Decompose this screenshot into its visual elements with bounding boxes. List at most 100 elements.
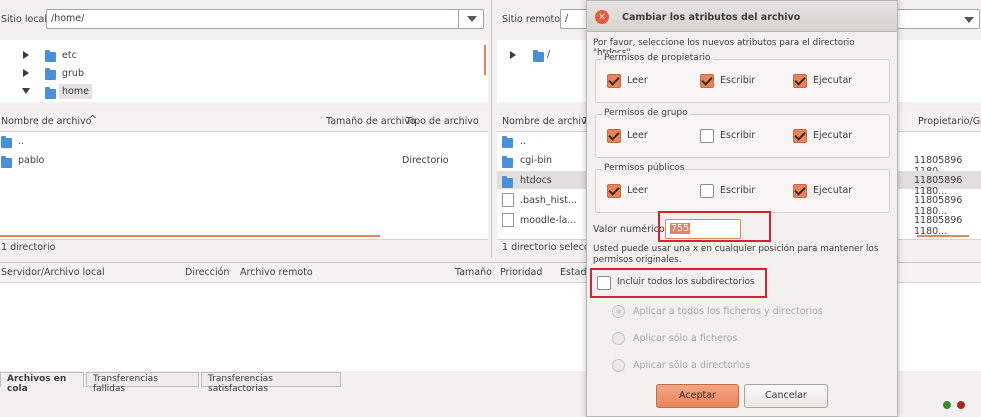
checkbox-label: Ejecutar <box>813 130 853 141</box>
tree-item-root[interactable]: / <box>547 49 550 60</box>
apply-files-radio[interactable] <box>612 332 625 345</box>
folder-icon <box>45 68 56 80</box>
public-execute-checkbox[interactable] <box>793 184 807 198</box>
public-read-checkbox[interactable] <box>607 184 621 198</box>
cancel-button[interactable]: Cancelar <box>744 384 828 408</box>
queue-col-priority[interactable]: Prioridad <box>500 267 542 278</box>
column-header-type[interactable]: Tipo de archivo <box>406 116 479 127</box>
local-path-input[interactable]: /home/ <box>46 9 484 29</box>
folder-icon <box>1 136 12 148</box>
group-execute-checkbox[interactable] <box>793 129 807 143</box>
include-subdirectories-checkbox[interactable] <box>597 276 611 290</box>
remote-site-label: Sitio remoto: <box>502 14 564 25</box>
tree-item-etc[interactable]: etc <box>62 50 77 61</box>
checkbox-label: Escribir <box>720 185 756 196</box>
include-subdirectories-label: Incluir todos los subdirectorios <box>617 277 755 287</box>
column-header-name[interactable]: Nombre de archivo <box>1 116 92 127</box>
tab-label: Transferencias fallidas <box>93 374 158 394</box>
group-title: Permisos de propietario <box>602 53 713 63</box>
local-path-value: /home/ <box>51 13 85 24</box>
remote-file-moodle[interactable]: moodle-la... <box>520 215 576 226</box>
folder-icon <box>45 87 56 99</box>
queue-col-local[interactable]: Servidor/Archivo local <box>1 267 105 278</box>
accept-button[interactable]: Aceptar <box>656 384 739 408</box>
collapse-arrow-icon[interactable] <box>22 88 30 94</box>
tree-item-home[interactable]: home <box>59 84 92 99</box>
radio-label: Aplicar a todos los ficheros y directori… <box>633 306 823 317</box>
local-site-bar: Sitio local: /home/ <box>0 8 488 34</box>
close-icon[interactable]: × <box>595 10 609 24</box>
checkbox-label: Leer <box>627 75 648 86</box>
local-status-text: 1 directorio <box>1 242 56 253</box>
scroll-indicator <box>917 235 969 237</box>
group-permissions-group: Permisos de grupo Leer Escribir Ejecutar <box>595 108 890 158</box>
remote-file-cgi-bin[interactable]: cgi-bin <box>520 155 552 166</box>
local-file-pablo[interactable]: pablo <box>18 155 44 166</box>
expand-arrow-icon[interactable] <box>23 69 29 77</box>
remote-path-value: / <box>565 13 569 24</box>
local-file-parent[interactable]: .. <box>18 136 24 147</box>
column-header-owner[interactable]: Propietario/Gr <box>918 116 981 127</box>
tab-failed-transfers[interactable]: Transferencias fallidas <box>86 372 199 394</box>
local-site-label: Sitio local: <box>1 14 51 25</box>
folder-icon <box>45 50 56 62</box>
status-led-icon <box>957 401 965 409</box>
apply-directories-radio[interactable] <box>612 359 625 372</box>
dialog-titlebar: × Cambiar los atributos del archivo <box>587 1 897 32</box>
change-attributes-dialog: × Cambiar los atributos del archivo Por … <box>586 0 898 417</box>
tab-successful-transfers[interactable]: Transferencias satisfactorias <box>201 372 341 394</box>
folder-icon <box>1 156 12 168</box>
owner-read-checkbox[interactable] <box>607 74 621 88</box>
group-title: Permisos de grupo <box>602 108 690 118</box>
tree-item-grub[interactable]: grub <box>62 68 84 79</box>
remote-file-owner: 11805896 1180... <box>914 215 963 237</box>
owner-write-checkbox[interactable] <box>700 74 714 88</box>
file-icon <box>502 213 514 227</box>
queue-col-remote[interactable]: Archivo remoto <box>240 267 313 278</box>
folder-icon <box>502 156 513 168</box>
public-permissions-group: Permisos públicos Leer Escribir Ejecutar <box>595 163 890 213</box>
button-label: Cancelar <box>765 390 807 401</box>
checkbox-label: Ejecutar <box>813 185 853 196</box>
remote-file-bash-history[interactable]: .bash_hist... <box>520 195 577 206</box>
column-header-name[interactable]: Nombre de archivo <box>502 116 593 127</box>
local-file-list: Nombre de archivo ^ Tamaño de archivo Ti… <box>0 111 488 256</box>
radio-label: Aplicar sólo a ficheros <box>633 333 738 344</box>
local-path-dropdown-button[interactable] <box>458 9 485 29</box>
queue-col-size[interactable]: Tamaño <box>455 267 492 278</box>
radio-label: Aplicar sólo a directorios <box>633 360 751 371</box>
remote-file-owner: 11805896 1180... <box>914 195 963 217</box>
remote-file-htdocs[interactable]: htdocs <box>520 175 552 186</box>
sort-ascending-icon: ^ <box>88 113 98 126</box>
queue-col-direction[interactable]: Dirección <box>185 267 229 278</box>
local-file-pablo-type: Directorio <box>402 155 449 166</box>
owner-execute-checkbox[interactable] <box>793 74 807 88</box>
panel-splitter[interactable] <box>491 0 492 258</box>
numeric-value-label: Valor numérico: <box>593 224 668 235</box>
folder-icon <box>533 50 544 62</box>
remote-file-parent[interactable]: .. <box>520 136 526 147</box>
scroll-indicator <box>0 235 380 237</box>
local-status-bar: 1 directorio <box>0 239 488 256</box>
local-tree: etc grub home <box>0 40 488 102</box>
folder-icon <box>502 176 513 188</box>
apply-all-radio[interactable] <box>612 305 625 318</box>
expand-arrow-icon[interactable] <box>510 51 516 59</box>
folder-icon <box>502 136 513 148</box>
expand-arrow-icon[interactable] <box>23 51 29 59</box>
checkbox-label: Leer <box>627 130 648 141</box>
tab-queued-files[interactable]: Archivos en cola <box>0 372 84 394</box>
local-list-header: Nombre de archivo ^ Tamaño de archivo Ti… <box>0 111 488 132</box>
checkbox-label: Escribir <box>720 130 756 141</box>
public-write-checkbox[interactable] <box>700 184 714 198</box>
group-read-checkbox[interactable] <box>607 129 621 143</box>
column-header-size[interactable]: Tamaño de archivo <box>326 116 416 127</box>
owner-permissions-group: Permisos de propietario Leer Escribir Ej… <box>595 53 890 103</box>
chevron-down-icon <box>467 16 477 22</box>
hint-text: Usted puede usar una x en cualquier posi… <box>593 244 879 265</box>
button-label: Aceptar <box>679 390 716 401</box>
highlight-box <box>658 211 771 242</box>
group-write-checkbox[interactable] <box>700 129 714 143</box>
chevron-down-icon[interactable] <box>964 17 974 23</box>
dialog-title: Cambiar los atributos del archivo <box>622 12 801 23</box>
